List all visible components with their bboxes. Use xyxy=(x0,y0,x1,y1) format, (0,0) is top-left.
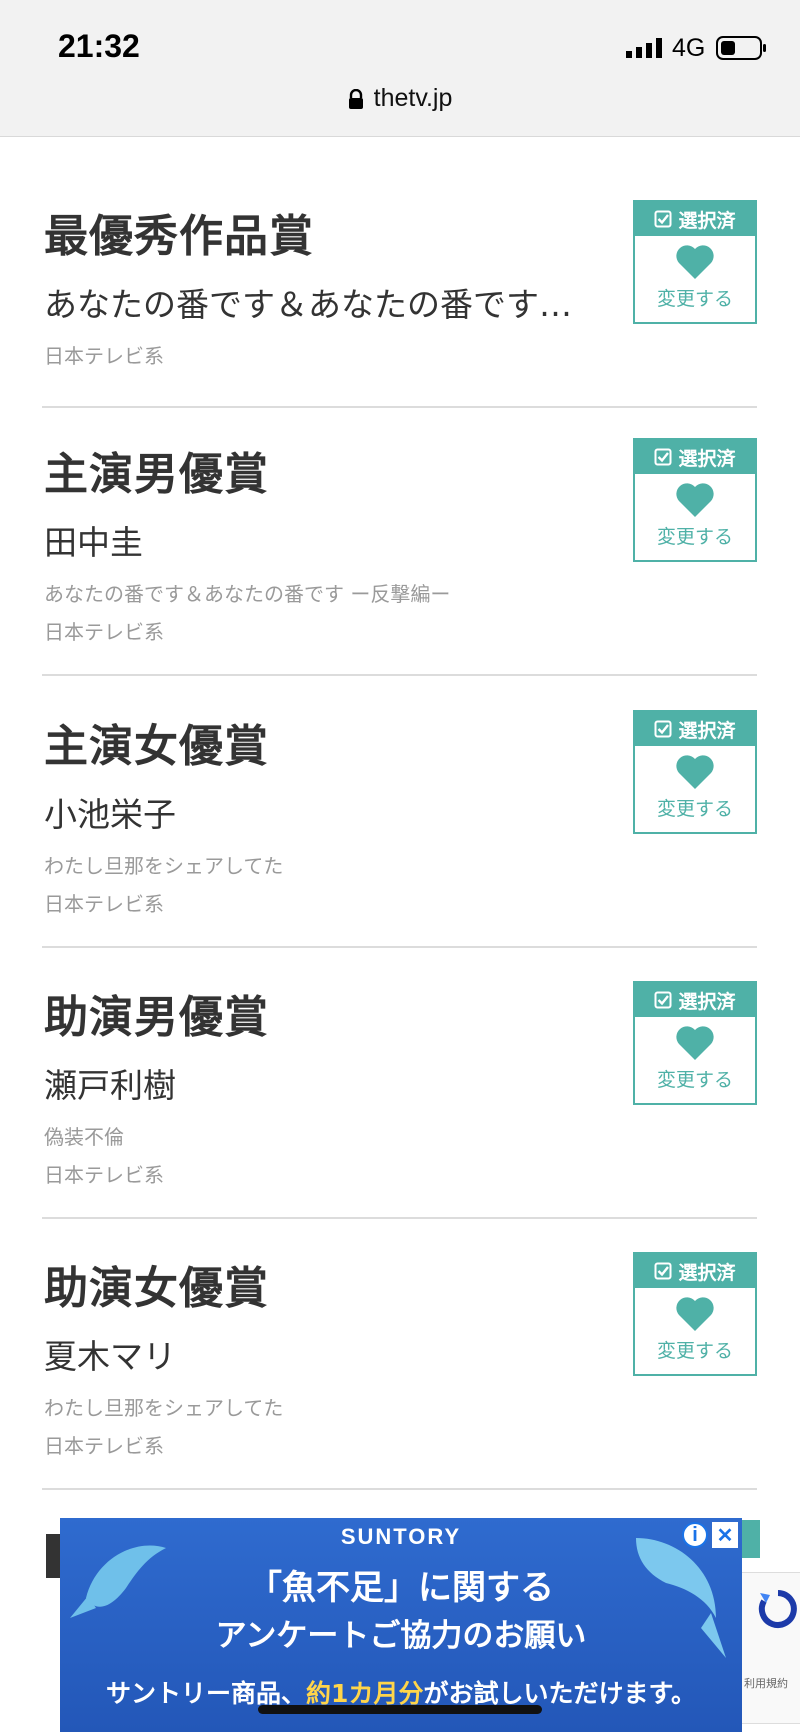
vote-change-button[interactable]: 選択済 変更する xyxy=(633,438,757,562)
selected-badge: 選択済 xyxy=(635,1254,755,1288)
vote-change-button[interactable]: 選択済 変更する xyxy=(633,1252,757,1376)
tv-network: 日本テレビ系 xyxy=(44,892,164,916)
ad-info-icon[interactable]: i xyxy=(682,1522,708,1548)
change-label: 変更する xyxy=(656,288,733,310)
signal-icon xyxy=(626,38,662,58)
award-category: 最優秀作品賞 xyxy=(44,211,314,262)
change-label: 変更する xyxy=(656,1069,733,1091)
tv-network: 日本テレビ系 xyxy=(44,1163,164,1187)
award-row: 最優秀作品賞 あなたの番です＆あなたの番です… 日本テレビ系 選択済 変更する xyxy=(42,200,757,408)
home-indicator xyxy=(258,1705,542,1714)
heart-icon xyxy=(676,755,714,789)
work-title: あなたの番です＆あなたの番です ー反撃編ー xyxy=(44,582,451,606)
award-category: 主演男優賞 xyxy=(44,449,269,500)
award-category: 助演女優賞 xyxy=(44,1263,269,1314)
ad-body-post: がお試しいただけます。 xyxy=(423,1679,696,1708)
recaptcha-terms[interactable]: 利用規約 xyxy=(744,1675,788,1691)
change-label: 変更する xyxy=(656,1340,733,1362)
nominee-name: 田中圭 xyxy=(44,523,143,562)
heart-icon xyxy=(676,245,714,279)
change-label: 変更する xyxy=(656,526,733,548)
vote-change-button[interactable]: 選択済 変更する xyxy=(633,710,757,834)
battery-icon xyxy=(716,36,766,60)
next-item-border xyxy=(742,1520,760,1558)
ad-headline-1: 「魚不足」に関する xyxy=(248,1568,554,1608)
address-bar[interactable]: thetv.jp xyxy=(0,84,800,113)
nominee-name: 瀬戸利樹 xyxy=(44,1066,176,1105)
ad-banner[interactable]: SUNTORY 「魚不足」に関する アンケートご協力のお願い サントリー商品、約… xyxy=(60,1518,742,1732)
selected-badge: 選択済 xyxy=(635,712,755,746)
tv-network: 日本テレビ系 xyxy=(44,1434,164,1458)
selected-badge: 選択済 xyxy=(635,202,755,236)
selected-label: 選択済 xyxy=(678,719,736,742)
ad-body-highlight: 約1カ月分 xyxy=(306,1679,424,1708)
tv-network: 日本テレビ系 xyxy=(44,344,164,368)
tv-network: 日本テレビ系 xyxy=(44,620,164,644)
checkbox-checked-icon xyxy=(654,991,672,1009)
award-category: 主演女優賞 xyxy=(44,721,269,772)
ad-brand: SUNTORY xyxy=(340,1524,462,1549)
nominee-name: 夏木マリ xyxy=(44,1337,176,1376)
browser-top-bar: 21:32 4G thetv.jp xyxy=(0,0,800,137)
heart-icon xyxy=(676,1297,714,1331)
heart-icon xyxy=(676,1026,714,1060)
award-row: 助演女優賞 夏木マリ わたし旦那をシェアしてた 日本テレビ系 選択済 変更する xyxy=(42,1252,757,1490)
ad-controls: i ✕ xyxy=(682,1522,738,1548)
checkbox-checked-icon xyxy=(654,210,672,228)
work-title: わたし旦那をシェアしてた xyxy=(44,854,284,878)
vote-change-button[interactable]: 選択済 変更する xyxy=(633,200,757,324)
selected-label: 選択済 xyxy=(678,990,736,1013)
heart-icon xyxy=(676,483,714,517)
selected-badge: 選択済 xyxy=(635,983,755,1017)
nominee-name: あなたの番です＆あなたの番です… xyxy=(44,285,572,324)
checkbox-checked-icon xyxy=(654,720,672,738)
ad-close-icon[interactable]: ✕ xyxy=(712,1522,738,1548)
selected-label: 選択済 xyxy=(678,209,736,232)
lock-icon xyxy=(348,89,363,109)
award-row: 助演男優賞 瀬戸利樹 偽装不倫 日本テレビ系 選択済 変更する xyxy=(42,981,757,1219)
nominee-name: 小池栄子 xyxy=(44,795,176,834)
ad-body-pre: サントリー商品、 xyxy=(106,1679,307,1708)
network-type: 4G xyxy=(672,34,706,62)
recaptcha-badge[interactable]: 利用規約 xyxy=(741,1572,800,1724)
selected-label: 選択済 xyxy=(678,447,736,470)
award-category: 助演男優賞 xyxy=(44,992,269,1043)
award-row: 主演男優賞 田中圭 あなたの番です＆あなたの番です ー反撃編ー 日本テレビ系 選… xyxy=(42,438,757,676)
change-label: 変更する xyxy=(656,798,733,820)
vote-change-button[interactable]: 選択済 変更する xyxy=(633,981,757,1105)
selected-badge: 選択済 xyxy=(635,440,755,474)
ad-headline-2: アンケートご協力のお願い xyxy=(215,1618,587,1654)
status-time: 21:32 xyxy=(58,28,140,64)
award-row: 主演女優賞 小池栄子 わたし旦那をシェアしてた 日本テレビ系 選択済 変更する xyxy=(42,710,757,948)
work-title: わたし旦那をシェアしてた xyxy=(44,1396,284,1420)
selected-label: 選択済 xyxy=(678,1261,736,1284)
url-text: thetv.jp xyxy=(373,84,453,112)
work-title: 偽装不倫 xyxy=(44,1125,124,1149)
checkbox-checked-icon xyxy=(654,448,672,466)
checkbox-checked-icon xyxy=(654,1262,672,1280)
recaptcha-icon xyxy=(758,1590,797,1628)
